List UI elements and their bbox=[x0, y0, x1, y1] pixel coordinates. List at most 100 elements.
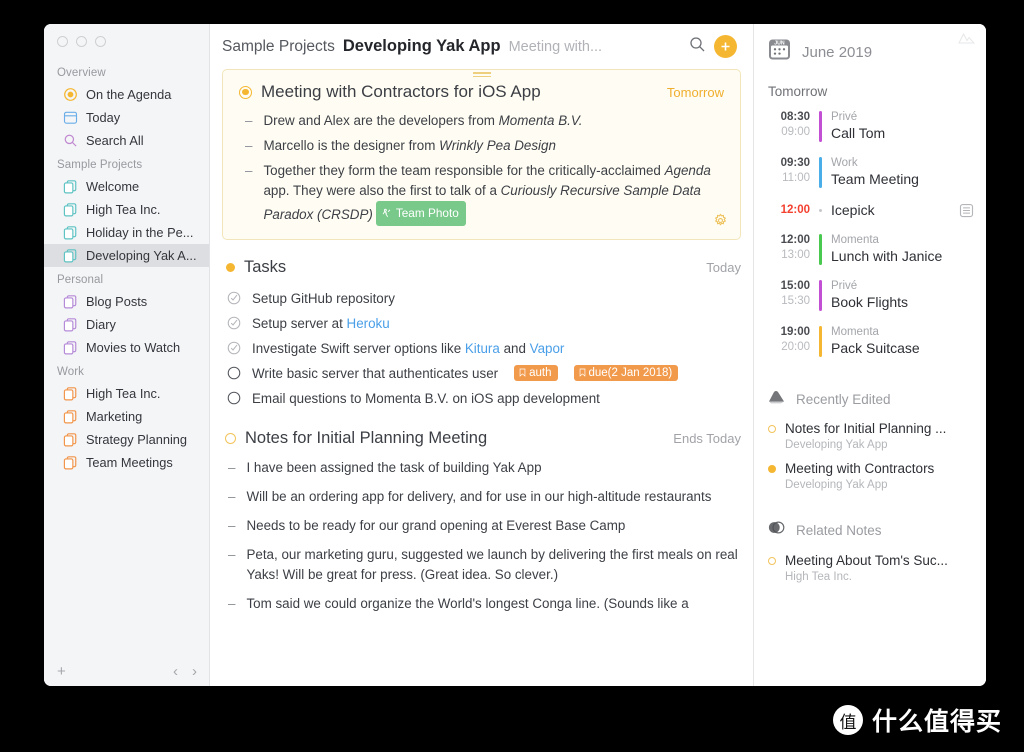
task-link[interactable]: Heroku bbox=[347, 316, 390, 331]
nav-forward-button[interactable]: › bbox=[192, 664, 197, 679]
sidebar-item-team-meetings[interactable]: Team Meetings bbox=[44, 451, 209, 474]
event-calendar-name: Momenta bbox=[831, 326, 879, 338]
bullet-dash-icon: – bbox=[245, 113, 253, 128]
sidebar-item-marketing[interactable]: Marketing bbox=[44, 405, 209, 428]
event-title: Team Meeting bbox=[831, 171, 919, 187]
meeting-card-bullets: – Drew and Alex are the developers from M… bbox=[239, 111, 724, 226]
calendar-event[interactable]: 12:00 Icepick bbox=[754, 195, 986, 226]
sidebar-item-holiday-in-the-pe[interactable]: Holiday in the Pe... bbox=[44, 221, 209, 244]
task-link[interactable]: Vapor bbox=[530, 341, 565, 356]
event-color-bar bbox=[819, 326, 822, 357]
note-list-item[interactable]: Notes for Initial Planning ... Developing… bbox=[754, 413, 986, 453]
sidebar-item-today[interactable]: Today bbox=[44, 106, 209, 129]
task-text: Investigate Swift server options like Ki… bbox=[252, 341, 564, 356]
sidebar-item-on-the-agenda[interactable]: On the Agenda bbox=[44, 83, 209, 106]
gear-icon[interactable] bbox=[713, 213, 728, 233]
people-icon bbox=[382, 208, 391, 217]
documents-icon bbox=[63, 433, 77, 447]
watermark-badge: 值 bbox=[832, 705, 863, 735]
note-list-item-subtitle: Developing Yak App bbox=[785, 479, 888, 491]
bullet-dash-icon: – bbox=[245, 163, 253, 178]
app-window: Overview On the Agenda Today Search All Samp… bbox=[44, 24, 986, 686]
sidebar-item-label: Search All bbox=[86, 133, 144, 148]
meeting-card[interactable]: Meeting with Contractors for iOS App Tom… bbox=[222, 69, 741, 240]
task-row[interactable]: Email questions to Momenta B.V. on iOS a… bbox=[222, 386, 741, 411]
minimize-button[interactable] bbox=[76, 36, 87, 47]
open-ring-icon[interactable] bbox=[225, 432, 236, 444]
task-row[interactable]: Write basic server that authenticates us… bbox=[222, 361, 741, 386]
meeting-card-header: Meeting with Contractors for iOS App Tom… bbox=[239, 82, 724, 102]
event-start-time: 15:00 bbox=[780, 280, 810, 292]
event-title: Book Flights bbox=[831, 294, 909, 310]
note-list-item[interactable]: Meeting with Contractors Developing Yak A… bbox=[754, 453, 986, 493]
tasks-title[interactable]: Tasks bbox=[244, 258, 697, 277]
task-link[interactable]: Kitura bbox=[465, 341, 500, 356]
event-color-bar bbox=[819, 234, 822, 265]
add-note-button[interactable] bbox=[714, 35, 737, 58]
sidebar: Overview On the Agenda Today Search All Samp… bbox=[44, 24, 210, 686]
empty-circle-icon[interactable] bbox=[227, 391, 241, 405]
calendar-event[interactable]: 12:00 13:00 Momenta Lunch with Janice bbox=[754, 226, 986, 272]
event-list: 08:30 09:00 Privé Call Tom 09:30 11:00 Work Tea… bbox=[754, 103, 986, 364]
breadcrumb-project[interactable]: Sample Projects bbox=[222, 38, 335, 56]
note-icon[interactable] bbox=[959, 203, 974, 218]
tasks-header: Tasks Today bbox=[222, 258, 741, 277]
task-text-part: Setup GitHub repository bbox=[252, 290, 395, 306]
calendar-event[interactable]: 15:00 15:30 Privé Book Flights bbox=[754, 272, 986, 318]
dot-icon[interactable] bbox=[226, 262, 235, 272]
task-row[interactable]: Investigate Swift server options like Ki… bbox=[222, 336, 741, 361]
calendar-event[interactable]: 19:00 20:00 Momenta Pack Suitcase bbox=[754, 318, 986, 364]
nav-back-button[interactable]: ‹ bbox=[173, 664, 178, 679]
recently-edited-list: Notes for Initial Planning ... Developing… bbox=[754, 413, 986, 493]
checked-circle-icon[interactable] bbox=[227, 316, 241, 330]
sidebar-item-welcome[interactable]: Welcome bbox=[44, 175, 209, 198]
task-row[interactable]: Setup server at Heroku bbox=[222, 311, 741, 336]
team-photo-tag[interactable]: Team Photo bbox=[375, 201, 466, 226]
calendar-event[interactable]: 09:30 11:00 Work Team Meeting bbox=[754, 149, 986, 195]
task-tag[interactable]: due(2 Jan 2018) bbox=[573, 365, 679, 381]
sidebar-scroll-area[interactable]: Overview On the Agenda Today Search All Samp… bbox=[44, 54, 209, 656]
breadcrumb-note[interactable]: Developing Yak App bbox=[343, 37, 501, 56]
sidebar-item-developing-yak-a[interactable]: Developing Yak A... bbox=[44, 244, 209, 267]
calendar-icon bbox=[63, 111, 78, 124]
close-button[interactable] bbox=[57, 36, 68, 47]
event-color-bar bbox=[819, 111, 822, 142]
breadcrumb-item[interactable]: Meeting with... bbox=[509, 39, 603, 55]
eraser-icon bbox=[768, 390, 785, 409]
note-list-item[interactable]: Meeting About Tom's Suc... High Tea Inc. bbox=[754, 545, 986, 585]
task-row[interactable]: Setup GitHub repository bbox=[222, 286, 741, 311]
sidebar-item-label: Movies to Watch bbox=[86, 340, 181, 355]
event-title: Lunch with Janice bbox=[831, 248, 943, 264]
sidebar-item-high-tea-inc[interactable]: High Tea Inc. bbox=[44, 198, 209, 221]
notes-title[interactable]: Notes for Initial Planning Meeting bbox=[245, 429, 664, 448]
sidebar-item-movies-to-watch[interactable]: Movies to Watch bbox=[44, 336, 209, 359]
meeting-bullet-text: Together they form the team responsible … bbox=[263, 161, 724, 226]
sidebar-section-title: Overview bbox=[57, 67, 106, 79]
add-project-button[interactable]: + bbox=[57, 664, 66, 679]
sidebar-item-label: Today bbox=[86, 110, 121, 125]
sidebar-item-blog-posts[interactable]: Blog Posts bbox=[44, 290, 209, 313]
note-scroll-area[interactable]: Meeting with Contractors for iOS App Tom… bbox=[210, 69, 753, 686]
watermark: 值 什么值得买 bbox=[832, 702, 1002, 738]
calendar-event[interactable]: 08:30 09:00 Privé Call Tom bbox=[754, 103, 986, 149]
event-text: Momenta Pack Suitcase bbox=[831, 325, 986, 357]
search-icon[interactable] bbox=[689, 36, 706, 58]
checked-circle-icon[interactable] bbox=[227, 291, 241, 305]
task-text-part: and bbox=[499, 340, 530, 356]
sidebar-item-label: Developing Yak A... bbox=[86, 248, 197, 263]
event-end-time: 20:00 bbox=[781, 341, 810, 353]
task-tag-label: auth bbox=[529, 366, 552, 379]
sidebar-item-diary[interactable]: Diary bbox=[44, 313, 209, 336]
task-tag[interactable]: auth bbox=[514, 365, 558, 381]
meeting-card-title[interactable]: Meeting with Contractors for iOS App bbox=[261, 82, 658, 102]
checked-circle-icon[interactable] bbox=[227, 341, 241, 355]
filled-ring-icon[interactable] bbox=[239, 85, 252, 99]
mountains-icon bbox=[958, 31, 976, 49]
empty-circle-icon[interactable] bbox=[227, 366, 241, 380]
documents-icon bbox=[63, 387, 77, 401]
sidebar-item-search-all[interactable]: Search All bbox=[44, 129, 209, 152]
drag-handle-icon[interactable] bbox=[472, 72, 491, 77]
sidebar-item-high-tea-inc[interactable]: High Tea Inc. bbox=[44, 382, 209, 405]
zoom-button[interactable] bbox=[95, 36, 106, 47]
sidebar-item-strategy-planning[interactable]: Strategy Planning bbox=[44, 428, 209, 451]
